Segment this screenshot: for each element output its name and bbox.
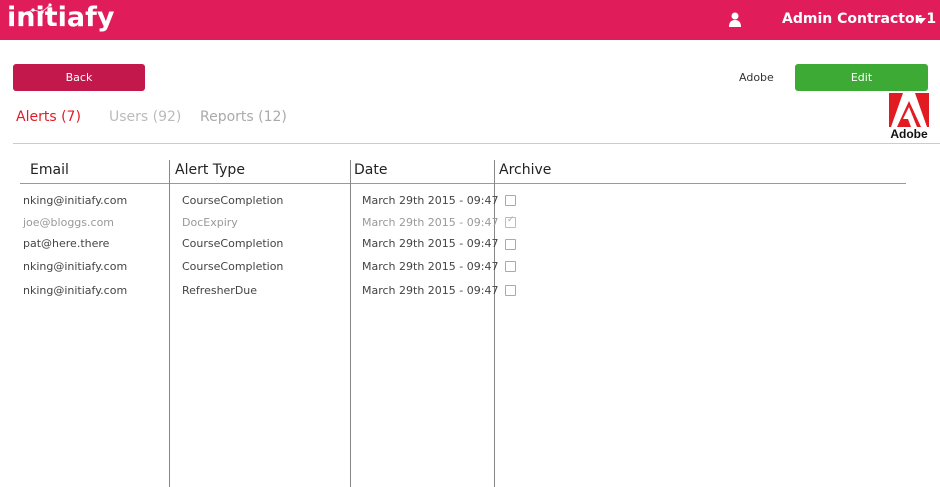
archive-checkbox[interactable]	[505, 195, 516, 206]
table-header-divider	[20, 183, 906, 184]
table-cell-alert-type: CourseCompletion	[182, 194, 284, 207]
column-header-date: Date	[354, 162, 388, 178]
table-cell-alert-type: DocExpiry	[182, 216, 238, 229]
top-bar: initiafy Admin Contractor 1	[0, 0, 940, 40]
column-header-email: Email	[30, 162, 69, 178]
column-divider	[494, 160, 495, 487]
table-cell-email: nking@initiafy.com	[23, 194, 128, 207]
table-cell-date: March 29th 2015 - 09:47	[362, 194, 499, 207]
table-cell-email: nking@initiafy.com	[23, 284, 128, 297]
column-divider	[169, 160, 170, 487]
tabs-divider	[13, 143, 940, 144]
tab-alerts[interactable]: Alerts (7)	[16, 109, 81, 125]
table-cell-email: pat@here.there	[23, 237, 110, 250]
table-cell-date: March 29th 2015 - 09:47	[362, 284, 499, 297]
table-cell-alert-type: CourseCompletion	[182, 237, 284, 250]
user-menu-name[interactable]: Admin Contractor 1	[782, 11, 936, 27]
table-cell-alert-type: CourseCompletion	[182, 260, 284, 273]
company-name: Adobe	[739, 71, 774, 84]
table-cell-email: joe@bloggs.com	[23, 216, 115, 229]
column-divider	[350, 160, 351, 487]
tab-users[interactable]: Users (92)	[109, 109, 181, 125]
chevron-down-icon[interactable]	[916, 18, 926, 24]
archive-checkbox[interactable]	[505, 215, 516, 228]
app-logo[interactable]: initiafy	[7, 2, 114, 33]
table-cell-date: March 29th 2015 - 09:47	[362, 216, 499, 229]
tab-reports[interactable]: Reports (12)	[200, 109, 287, 125]
archive-checkbox[interactable]	[505, 261, 516, 272]
back-button[interactable]: Back	[13, 64, 145, 91]
table-cell-date: March 29th 2015 - 09:47	[362, 260, 499, 273]
archive-checkbox[interactable]	[505, 285, 516, 296]
column-header-archive: Archive	[499, 162, 552, 178]
column-header-alert-type: Alert Type	[175, 162, 245, 178]
edit-button[interactable]: Edit	[795, 64, 928, 91]
archive-checkbox[interactable]	[505, 239, 516, 250]
table-cell-email: nking@initiafy.com	[23, 260, 128, 273]
table-cell-alert-type: RefresherDue	[182, 284, 258, 297]
user-icon[interactable]	[728, 12, 742, 28]
table-cell-date: March 29th 2015 - 09:47	[362, 237, 499, 250]
company-logo-text: Adobe	[890, 127, 928, 141]
